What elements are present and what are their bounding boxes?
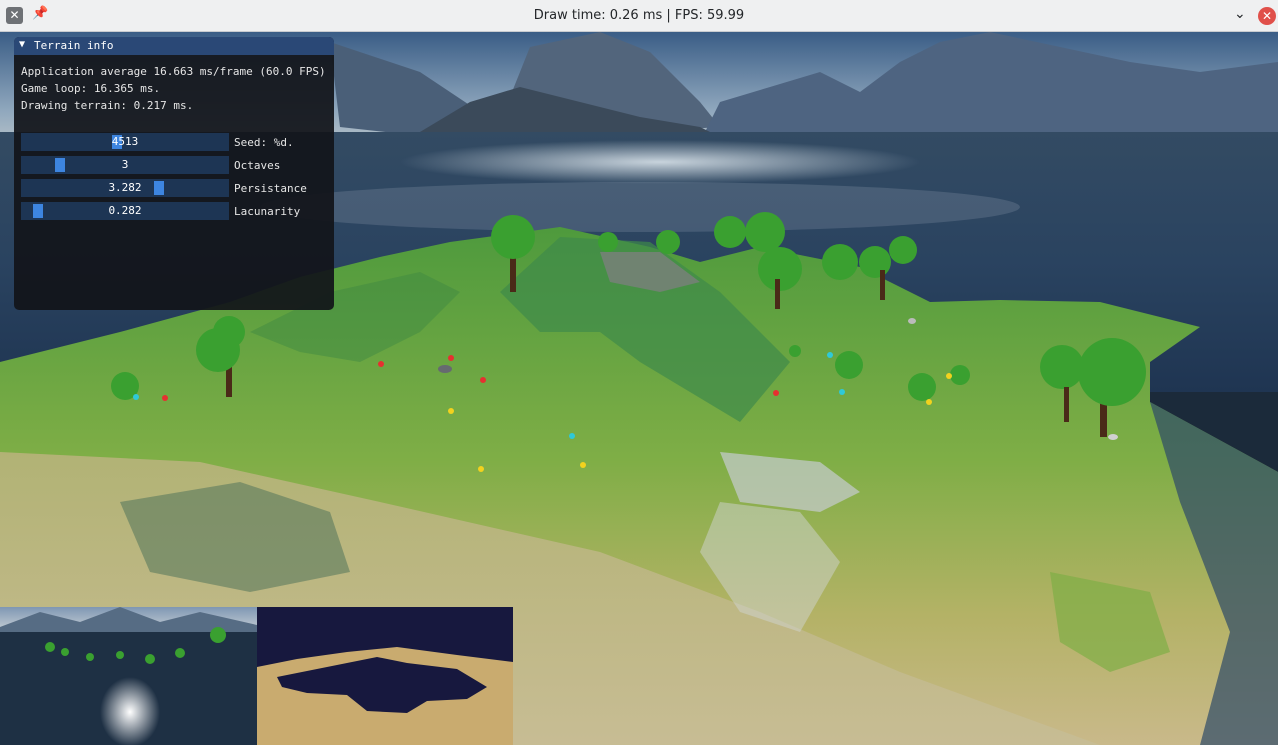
stat-app-average: Application average 16.663 ms/frame (60.…	[21, 65, 326, 78]
window-titlebar: ✕ 📌 Draw time: 0.26 ms | FPS: 59.99 ⌄ ✕	[0, 0, 1278, 32]
slider-label-persistance: Persistance	[234, 182, 307, 195]
slider-value: 4513	[111, 135, 139, 148]
slider-label-lacunarity: Lacunarity	[234, 205, 301, 218]
collapse-arrow-icon[interactable]: ▼	[19, 39, 25, 50]
reflection-preview	[0, 607, 257, 745]
window-title: Draw time: 0.26 ms | FPS: 59.99	[533, 8, 745, 23]
octaves-slider[interactable]: 3	[21, 156, 229, 174]
panel-title: Terrain info	[34, 39, 114, 52]
chevron-down-icon[interactable]: ⌄	[1234, 6, 1246, 22]
slider-label-octaves: Octaves	[234, 159, 281, 172]
seed-slider[interactable]: 4513	[21, 133, 229, 151]
persistance-slider[interactable]: 3.282	[21, 179, 229, 197]
terrain-info-panel: ▼ Terrain info Application average 16.66…	[14, 37, 334, 310]
lacunarity-slider[interactable]: 0.282	[21, 202, 229, 220]
stat-game-loop: Game loop: 16.365 ms.	[21, 82, 161, 95]
stat-drawing-terrain: Drawing terrain: 0.217 ms.	[21, 99, 194, 112]
slider-value: 3.282	[108, 181, 142, 194]
slider-value: 3	[121, 158, 129, 171]
panel-header[interactable]: ▼ Terrain info	[14, 37, 334, 55]
slider-label-seed: Seed: %d.	[234, 136, 294, 149]
slider-value: 0.282	[108, 204, 142, 217]
heightmap-preview	[257, 607, 513, 745]
close-icon[interactable]: ✕	[1258, 7, 1276, 25]
